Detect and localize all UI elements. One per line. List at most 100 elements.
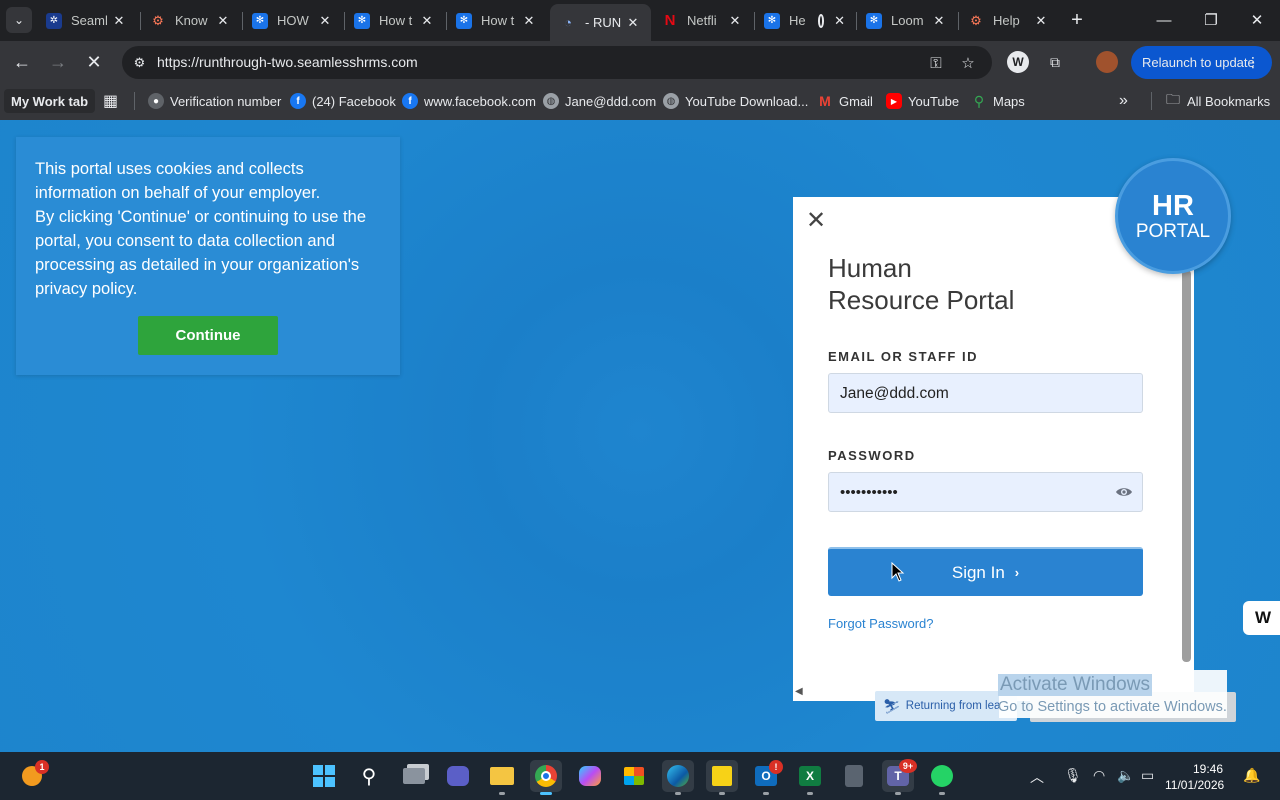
password-field[interactable]: ••••••••••• <box>828 472 1143 512</box>
bookmark-facebook-www[interactable]: f www.facebook.com <box>402 91 536 111</box>
tab[interactable]: ⚙ Know ✕ <box>140 4 241 37</box>
tab[interactable]: ✻ HOW ✕ <box>242 4 343 37</box>
weather-widget-icon[interactable]: 1 <box>16 760 49 792</box>
volume-icon[interactable]: 🔈 <box>1117 767 1134 784</box>
running-indicator <box>939 792 945 795</box>
bookmark-label: Jane@ddd.com <box>565 93 657 109</box>
forgot-password-link[interactable]: Forgot Password? <box>828 616 934 631</box>
gear-app-icon: ✻ <box>252 12 268 29</box>
address-bar[interactable]: ⚙ https://runthrough-two.seamlesshrms.co… <box>122 46 992 79</box>
apps-grid-icon[interactable]: ▦ <box>103 91 118 111</box>
tab[interactable]: N Netfli ✕ <box>652 4 753 37</box>
microphone-icon[interactable]: 🎙 <box>1064 767 1082 784</box>
tab[interactable]: ✻ How t ✕ <box>446 4 547 37</box>
teams-icon[interactable]: T 9+ <box>882 759 917 795</box>
url-text[interactable]: https://runthrough-two.seamlesshrms.com <box>157 54 418 70</box>
calculator-icon[interactable] <box>838 760 870 792</box>
clock-time: 19:46 <box>1192 762 1223 776</box>
extensions-puzzle-icon[interactable]: ⧉ <box>1044 51 1066 73</box>
email-field[interactable]: Jane@ddd.com <box>828 373 1143 413</box>
all-bookmarks-button[interactable]: 🗀 All Bookmarks <box>1166 91 1270 111</box>
tab[interactable]: ✲ Seaml ✕ <box>36 4 137 37</box>
task-view-icon[interactable] <box>398 760 430 792</box>
recording-icon <box>817 13 825 28</box>
scroll-left-arrow-icon[interactable]: ◀ <box>795 686 803 697</box>
more-vert-icon: ⋮ <box>1246 54 1260 70</box>
facebook-icon: f <box>402 93 418 109</box>
tab[interactable]: ✻ He ✕ <box>754 4 855 37</box>
bookmark-facebook-24[interactable]: f (24) Facebook <box>290 91 396 111</box>
bookmark-verification-number[interactable]: ● Verification number <box>148 91 281 111</box>
outlook-icon[interactable]: O ! <box>750 760 783 795</box>
password-key-icon[interactable]: ⚿ <box>926 53 946 73</box>
forward-button[interactable]: → <box>44 48 72 76</box>
gmail-icon: M <box>819 93 831 109</box>
system-clock[interactable]: 19:46 11/01/2026 <box>1165 761 1225 793</box>
bookmark-youtube-download[interactable]: ◍ YouTube Download... <box>663 91 808 111</box>
close-icon[interactable]: ✕ <box>215 13 231 29</box>
microsoft-store-icon[interactable] <box>618 760 650 792</box>
close-icon[interactable]: ✕ <box>834 13 845 29</box>
tab-search-button[interactable]: ⌄ <box>6 7 32 33</box>
show-hidden-icons-chevron-icon[interactable]: ︿ <box>1030 767 1044 787</box>
close-icon[interactable]: ✕ <box>419 13 435 29</box>
bookmark-separator <box>134 92 135 110</box>
site-settings-icon[interactable]: ⚙ <box>131 54 148 71</box>
notification-bell-icon[interactable]: 🔔 <box>1243 767 1260 784</box>
meet-chat-icon[interactable] <box>442 760 474 792</box>
wifi-icon[interactable]: ◠ <box>1093 767 1105 784</box>
close-icon[interactable]: ✕ <box>111 13 127 29</box>
continue-button[interactable]: Continue <box>138 316 278 355</box>
close-window-button[interactable]: ✕ <box>1243 6 1271 34</box>
tab-active[interactable]: ◔ - RUN ✕ <box>550 4 651 41</box>
relaunch-button[interactable]: Relaunch to update ⋮ <box>1131 46 1272 79</box>
chrome-icon[interactable] <box>530 760 562 795</box>
returning-from-leave-banner[interactable]: ⛷ Returning from lea <box>875 691 1017 721</box>
bookmarks-overflow-chevron-icon[interactable]: » <box>1119 91 1128 111</box>
close-icon[interactable]: ✕ <box>1033 13 1049 29</box>
sign-in-button[interactable]: Sign In › <box>828 547 1143 596</box>
bookmark-my-work-tab[interactable]: My Work tab <box>4 89 96 113</box>
profile-avatar[interactable] <box>1096 51 1118 73</box>
tab[interactable]: ⚙ Help ✕ <box>958 4 1059 37</box>
bookmark-youtube[interactable]: ▶ YouTube <box>886 91 959 111</box>
battery-icon[interactable]: ▭ <box>1141 767 1154 784</box>
sticky-notes-icon[interactable] <box>706 760 738 795</box>
edge-icon[interactable] <box>662 760 694 795</box>
tab[interactable]: ✻ Loom ✕ <box>856 4 957 37</box>
restore-button[interactable]: ❐ <box>1197 6 1225 34</box>
minimize-button[interactable]: — <box>1150 6 1178 34</box>
tab-title: Know <box>175 13 208 28</box>
w-extension-icon[interactable]: W <box>1007 51 1029 73</box>
close-icon[interactable]: ✕ <box>625 15 641 31</box>
new-tab-button[interactable]: + <box>1066 9 1088 31</box>
excel-icon[interactable]: X <box>794 760 826 795</box>
maps-icon: ⚲ <box>973 92 985 109</box>
outlook-alert-badge: ! <box>769 760 783 774</box>
eye-icon[interactable] <box>1115 485 1133 499</box>
w-side-widget[interactable]: W <box>1243 601 1280 635</box>
file-explorer-icon[interactable] <box>486 760 518 795</box>
bookmark-jane[interactable]: ◍ Jane@ddd.com <box>543 91 656 111</box>
close-icon[interactable]: ✕ <box>317 13 333 29</box>
close-icon[interactable]: ✕ <box>521 13 537 29</box>
tab[interactable]: ✻ How t ✕ <box>344 4 445 37</box>
folder-icon: 🗀 <box>1166 91 1180 107</box>
clock-date: 11/01/2026 <box>1165 778 1225 792</box>
close-icon[interactable]: ✕ <box>727 13 743 29</box>
start-windows-icon[interactable] <box>308 760 340 792</box>
close-icon[interactable]: ✕ <box>931 13 947 29</box>
teams-badge: 9+ <box>899 759 917 773</box>
search-icon[interactable]: ⚲ <box>353 760 385 792</box>
back-button[interactable]: ← <box>8 48 36 76</box>
close-icon[interactable]: ✕ <box>806 209 826 233</box>
whatsapp-icon[interactable] <box>926 760 958 795</box>
star-icon[interactable]: ☆ <box>958 53 978 73</box>
bookmark-gmail[interactable]: M Gmail <box>817 91 873 111</box>
close-icon: ✕ <box>1250 12 1264 29</box>
panel-scrollbar[interactable] <box>1182 270 1191 662</box>
bookmark-label: YouTube Download... <box>685 93 809 109</box>
copilot-icon[interactable] <box>574 760 606 792</box>
stop-loading-button[interactable]: ✕ <box>80 48 108 76</box>
bookmark-maps[interactable]: ⚲ Maps <box>971 91 1025 111</box>
